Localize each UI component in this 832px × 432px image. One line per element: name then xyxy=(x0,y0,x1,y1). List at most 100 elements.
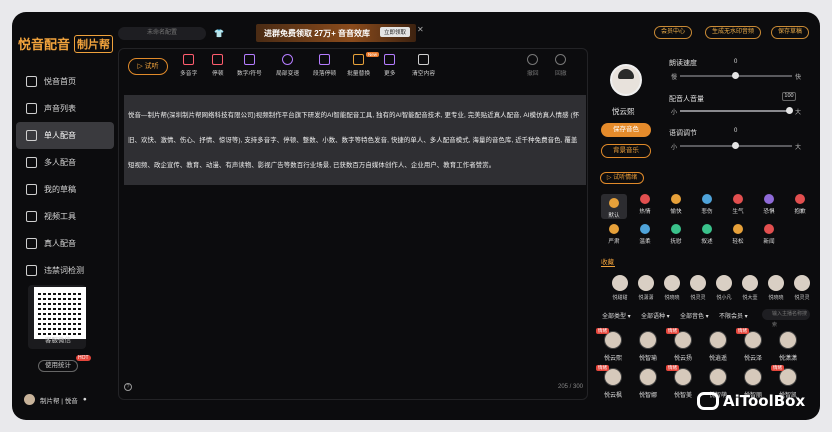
favorite-voice[interactable]: 悦潇潇 xyxy=(635,275,657,301)
undo-button[interactable]: 撤回 xyxy=(527,54,539,77)
polyphone-icon xyxy=(183,54,195,65)
volume-value[interactable]: 100 xyxy=(782,92,796,101)
user-profile[interactable]: 制片帮 | 悦音 ● xyxy=(24,394,87,405)
listen-button[interactable]: ▷ 试听 xyxy=(128,58,168,75)
sidebar-item-drafts[interactable]: 我的草稿 xyxy=(16,176,114,203)
voice-card[interactable]: 悦智娜 xyxy=(633,368,663,399)
voice-card[interactable]: 悦云熙 情绪 xyxy=(596,328,628,362)
emotion-option[interactable]: 轻松 xyxy=(725,224,751,245)
favorite-voice[interactable]: 悦灵灵 xyxy=(687,275,709,301)
generate-audio-button[interactable]: 生成无水印音频 xyxy=(705,26,762,39)
sidebar-item-single-dubbing[interactable]: 单人配音 xyxy=(16,122,114,149)
filter-dropdown[interactable]: 全部语种 ▾ xyxy=(641,311,670,320)
sidebar-item-voice-list[interactable]: 声音列表 xyxy=(16,95,114,122)
favorite-voice[interactable]: 悦晓晓 xyxy=(661,275,683,301)
emotion-option[interactable]: 新闻 xyxy=(756,224,782,245)
tool-pause[interactable]: 停顿 xyxy=(212,54,224,77)
emotion-listen-button[interactable]: ▷ 试听情绪 xyxy=(600,172,644,184)
close-icon[interactable]: ✕ xyxy=(417,25,424,34)
replace-icon xyxy=(353,54,365,65)
tool-clear[interactable]: 清空内容 xyxy=(412,54,435,77)
project-name-input[interactable]: 未命名配置 xyxy=(118,27,206,40)
voice-card[interactable]: 悦逍遥 xyxy=(703,331,733,362)
favorite-voice[interactable]: 悦小凡 xyxy=(713,275,735,301)
emotion-tag: 情绪 xyxy=(736,328,749,334)
qr-code xyxy=(34,287,86,339)
filter-dropdown[interactable]: 不限会员 ▾ xyxy=(719,311,748,320)
sidebar-item-video-tools[interactable]: 视频工具 xyxy=(16,203,114,230)
voice-card[interactable]: 悦智瑜 xyxy=(633,331,663,362)
emotion-icon xyxy=(795,194,805,204)
emotion-icon xyxy=(702,224,712,234)
emotion-option[interactable]: 悲伤 xyxy=(694,194,720,215)
volume-slider-thumb[interactable] xyxy=(786,107,793,114)
tool-batch-replace[interactable]: 批量替换 xyxy=(347,54,370,77)
speed-slider-thumb[interactable] xyxy=(732,72,739,79)
emotion-icon xyxy=(640,224,650,234)
emotion-option[interactable]: 抚慰 xyxy=(663,224,689,245)
filter-dropdown[interactable]: 全部类型 ▾ xyxy=(602,311,631,320)
favorite-voice[interactable]: 悦大壹 xyxy=(739,275,761,301)
emotion-option[interactable]: 严肃 xyxy=(601,224,627,245)
emotion-option[interactable]: 叙述 xyxy=(694,224,720,245)
pitch-max-label: 大 xyxy=(795,145,802,151)
volume-slider[interactable] xyxy=(680,110,792,112)
brand-logo: 悦音配音 制片帮 xyxy=(18,34,114,53)
redo-button[interactable]: 回撤 xyxy=(555,54,567,77)
chevron-down-icon: ▾ xyxy=(743,314,748,320)
member-center-button[interactable]: 会员中心 xyxy=(654,26,693,39)
chevron-down-icon: ▾ xyxy=(626,314,631,320)
tool-polyphone[interactable]: 多音字 xyxy=(180,54,197,77)
settings-icon[interactable]: ● xyxy=(83,396,87,403)
avatar xyxy=(742,275,758,291)
tool-paragraph-pause[interactable]: 段落停顿 xyxy=(313,54,336,77)
tool-local-speed[interactable]: 局部变速 xyxy=(276,54,299,77)
usage-stats-button[interactable]: 使用统计 xyxy=(38,360,78,372)
list-icon xyxy=(26,103,37,114)
users-icon xyxy=(26,157,37,168)
emotion-option[interactable]: 生气 xyxy=(725,194,751,215)
favorite-voice[interactable]: 悦晓晓 xyxy=(765,275,787,301)
shirt-icon[interactable]: 👕 xyxy=(214,29,224,38)
emotion-option[interactable]: 温柔 xyxy=(632,224,658,245)
sidebar-item-multi-dubbing[interactable]: 多人配音 xyxy=(16,149,114,176)
pitch-slider-thumb[interactable] xyxy=(732,142,739,149)
voice-card[interactable]: 悦云枫 情绪 xyxy=(596,365,628,399)
bg-music-button[interactable]: 背景音乐 xyxy=(601,144,651,158)
favorite-voice[interactable]: 悦甜甜 xyxy=(609,275,631,301)
avatar xyxy=(638,275,654,291)
voice-search-input[interactable]: 输入主播名称搜索 xyxy=(762,309,810,328)
sidebar-item-home[interactable]: 悦音首页 xyxy=(16,68,114,95)
emotion-icon xyxy=(609,224,619,234)
promo-banner[interactable]: 进群免费领取 27万+ 音音效库 立即领取 xyxy=(256,24,416,42)
save-draft-button[interactable]: 保存草稿 xyxy=(771,26,810,39)
emotion-icon xyxy=(764,224,774,234)
favorite-voice[interactable]: 悦灵灵 xyxy=(791,275,813,301)
script-textarea[interactable]: 悦音—制片帮(深圳制片帮网络科技有限公司)视频制作平台旗下研发的AI智能配音工具… xyxy=(124,95,586,185)
sidebar-item-human-dubbing[interactable]: 真人配音 xyxy=(16,230,114,257)
sidebar-item-banned-words[interactable]: 违禁词检测 xyxy=(16,257,114,284)
emotion-icon xyxy=(733,194,743,204)
voice-avatar[interactable] xyxy=(610,64,642,96)
voice-card[interactable]: 悦云扬 情绪 xyxy=(666,328,698,362)
banner-claim-button[interactable]: 立即领取 xyxy=(379,27,410,37)
filter-dropdown[interactable]: 全部音色 ▾ xyxy=(680,311,709,320)
emotion-option[interactable]: 热情 xyxy=(632,194,658,215)
voice-card[interactable]: 悦云泽 情绪 xyxy=(736,328,768,362)
emotion-icon xyxy=(764,194,774,204)
chevron-down-icon: ▾ xyxy=(704,314,709,320)
emotion-icon xyxy=(609,198,619,208)
emotion-option[interactable]: 默认 xyxy=(601,194,627,219)
save-voice-button[interactable]: 保存音色 xyxy=(601,123,651,137)
emotion-icon xyxy=(671,224,681,234)
emotion-option[interactable]: 恐惧 xyxy=(756,194,782,215)
tool-number-symbol[interactable]: 数字/符号 xyxy=(237,54,262,77)
voice-card[interactable]: 悦潇潇 xyxy=(773,331,803,362)
tool-more[interactable]: 更多 xyxy=(384,54,396,77)
emotion-option[interactable]: 抱歉 xyxy=(787,194,813,215)
voice-card[interactable]: 悦智美 情绪 xyxy=(666,365,698,399)
help-icon[interactable]: ? xyxy=(124,383,132,391)
avatar xyxy=(794,275,810,291)
emotion-option[interactable]: 愉快 xyxy=(663,194,689,215)
avatar xyxy=(639,368,657,386)
